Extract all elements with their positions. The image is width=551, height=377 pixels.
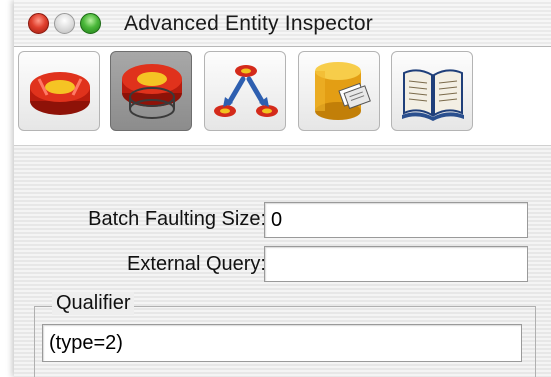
- window-title: Advanced Entity Inspector: [124, 12, 373, 35]
- tool-entity-button[interactable]: [18, 51, 100, 131]
- tool-stored-procedure-button[interactable]: [298, 51, 380, 131]
- batch-faulting-size-label: Batch Faulting Size:: [88, 208, 266, 230]
- advanced-entity-icon: [122, 64, 182, 119]
- toolbar: [14, 47, 551, 145]
- tool-documentation-button[interactable]: [391, 51, 473, 131]
- minimize-button[interactable]: [54, 13, 75, 34]
- external-query-field[interactable]: [264, 246, 528, 282]
- inspector-window: Advanced Entity Inspector Batch Faulting…: [14, 0, 551, 377]
- zoom-button[interactable]: [80, 13, 101, 34]
- documentation-icon: [402, 69, 464, 121]
- form-pane: Batch Faulting Size: External Query: Qua…: [14, 146, 551, 377]
- tool-advanced-entity-button[interactable]: [110, 51, 192, 131]
- qualifier-group-title: Qualifier: [52, 292, 135, 315]
- tool-relationship-button[interactable]: [204, 51, 286, 131]
- close-button[interactable]: [28, 13, 49, 34]
- entity-icon: [30, 72, 90, 115]
- external-query-label: External Query:: [127, 253, 266, 275]
- qualifier-field[interactable]: [42, 324, 522, 362]
- batch-faulting-size-field[interactable]: [264, 202, 528, 238]
- stored-procedure-icon: [315, 62, 371, 120]
- relationship-icon: [214, 65, 278, 117]
- title-bar[interactable]: Advanced Entity Inspector: [14, 0, 551, 47]
